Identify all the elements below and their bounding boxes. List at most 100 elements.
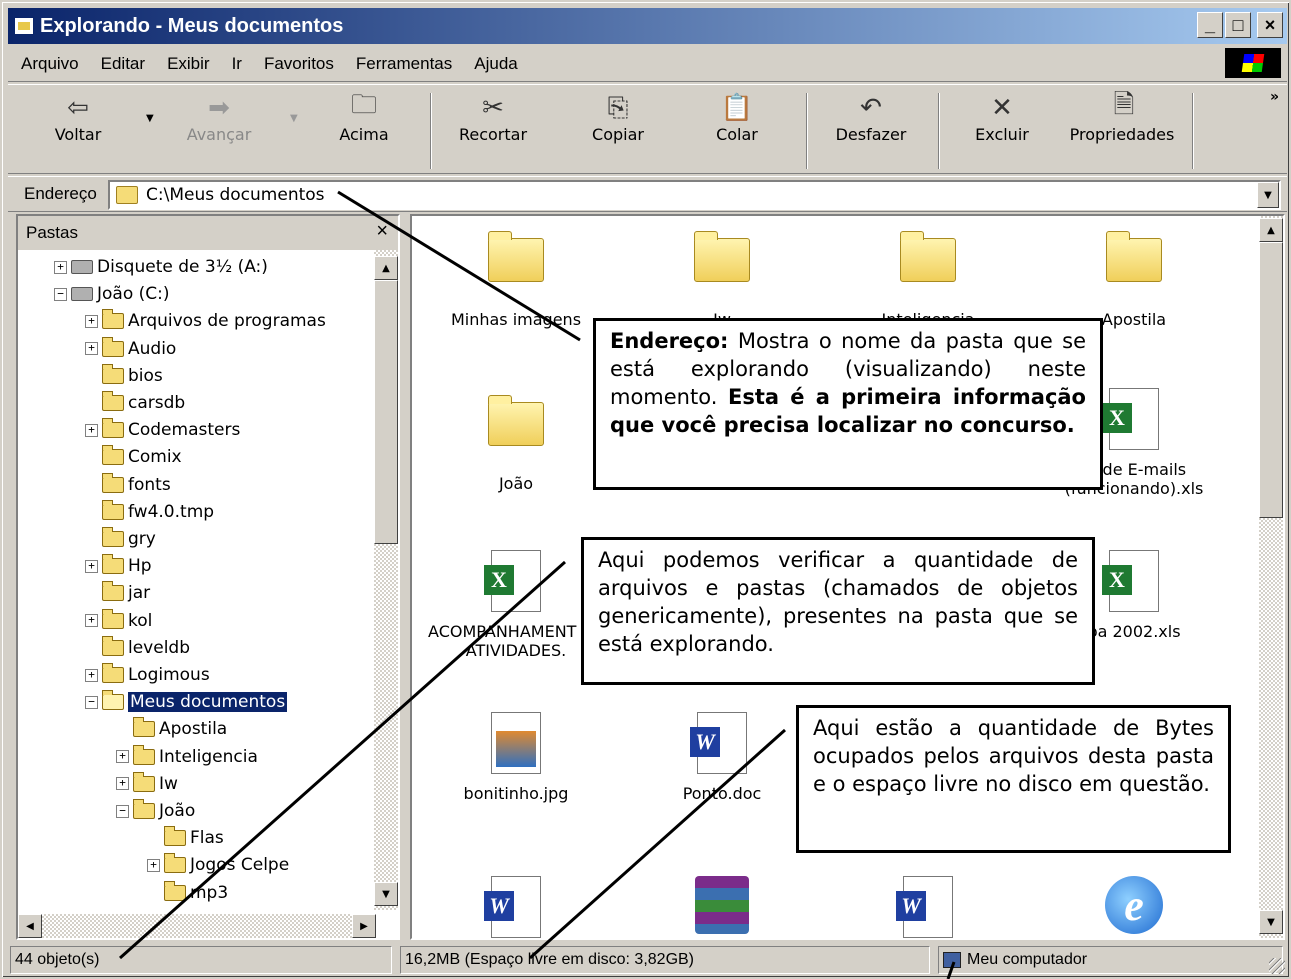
file-item[interactable] xyxy=(622,876,822,938)
collapse-icon[interactable]: − xyxy=(54,287,67,301)
undo-button[interactable]: ↶ Desfazer xyxy=(822,91,920,171)
tree-item-label: João (C:) xyxy=(97,284,170,305)
copy-label: Copiar xyxy=(592,125,644,144)
collapse-icon[interactable]: − xyxy=(116,804,129,818)
tree-item[interactable]: mp3 xyxy=(147,880,228,906)
tree-item-label: gry xyxy=(128,529,156,549)
tree-item[interactable]: + kol xyxy=(85,608,152,634)
up-button[interactable]: 🗀 Acima xyxy=(324,90,404,171)
tree-item[interactable]: gry xyxy=(85,526,156,552)
collapse-icon[interactable]: − xyxy=(85,695,98,709)
menu-ajuda[interactable]: Ajuda xyxy=(461,54,526,74)
maximize-button[interactable]: □ xyxy=(1225,12,1251,38)
address-dropdown-button[interactable]: ▼ xyxy=(1257,182,1279,208)
tree-item[interactable]: − João xyxy=(116,798,195,824)
expand-icon[interactable]: + xyxy=(147,858,160,872)
tree-item[interactable]: + Jogos Celpe xyxy=(147,852,289,878)
file-item[interactable]: Apostila xyxy=(1034,224,1234,329)
properties-button[interactable]: 🗎 Propriedades xyxy=(1064,90,1184,171)
tree-item[interactable]: + Arquivos de programas xyxy=(85,308,326,334)
address-field[interactable]: C:\Meus documentos ▼ xyxy=(108,180,1281,210)
delete-button[interactable]: ✕ Excluir xyxy=(962,91,1042,171)
folders-pane: Pastas × + Disquete de 3½ (A:) − João (C:) +… xyxy=(16,214,400,940)
forward-button[interactable]: ➡ Avançar xyxy=(174,91,264,171)
expand-icon[interactable]: + xyxy=(85,342,98,356)
tree-item-label: Iw xyxy=(159,773,178,794)
minimize-button[interactable]: _ xyxy=(1197,12,1223,38)
scroll-down-button[interactable]: ▼ xyxy=(1259,910,1283,934)
tree-item[interactable]: + Disquete de 3½ (A:) xyxy=(54,254,268,280)
menu-arquivo[interactable]: Arquivo xyxy=(8,54,88,74)
file-name: Minhas imagens xyxy=(450,310,582,329)
properties-label: Propriedades xyxy=(1069,125,1175,144)
close-button[interactable]: × xyxy=(1257,12,1283,38)
files-vertical-scrollbar[interactable]: ▲ ▼ xyxy=(1259,216,1283,938)
tree-item[interactable]: Apostila xyxy=(116,716,227,742)
scroll-thumb[interactable] xyxy=(1259,242,1283,518)
expand-icon[interactable]: + xyxy=(85,314,98,328)
copy-button[interactable]: ⎘ Copiar xyxy=(578,91,658,171)
scroll-up-button[interactable]: ▲ xyxy=(1259,218,1283,242)
tree-item[interactable]: carsdb xyxy=(85,390,185,416)
tree-item[interactable]: fw4.0.tmp xyxy=(85,499,214,525)
scroll-left-button[interactable]: ◀ xyxy=(18,914,42,938)
expand-icon[interactable]: + xyxy=(54,260,67,274)
tree-item[interactable]: + Inteligencia xyxy=(116,744,258,770)
back-dropdown-icon[interactable]: ▼ xyxy=(146,113,154,124)
back-arrow-icon: ⇦ xyxy=(67,93,89,123)
file-item[interactable]: Minhas imagens xyxy=(416,224,616,329)
tree-item[interactable]: + Audio xyxy=(85,336,176,362)
scroll-up-button[interactable]: ▲ xyxy=(374,256,398,280)
tree-item[interactable]: + Hp xyxy=(85,553,152,579)
scroll-down-button[interactable]: ▼ xyxy=(374,882,398,906)
file-item[interactable]: W xyxy=(828,876,1028,938)
menu-bar: Arquivo Editar Exibir Ir Favoritos Ferra… xyxy=(8,46,1287,82)
tree-item[interactable]: leveldb xyxy=(85,635,190,661)
ie-icon: e xyxy=(1102,876,1166,938)
menu-ferramentas[interactable]: Ferramentas xyxy=(343,54,461,74)
toolbar-overflow-button[interactable]: » xyxy=(1270,89,1279,105)
title-bar[interactable]: Explorando - Meus documentos _ □ × xyxy=(8,8,1287,44)
paste-button[interactable]: 📋 Colar xyxy=(702,91,772,171)
tree-item[interactable]: − João (C:) xyxy=(54,281,170,307)
tree-item[interactable]: jar xyxy=(85,580,150,606)
tree-item[interactable]: bios xyxy=(85,363,163,389)
tree-item[interactable]: + Codemasters xyxy=(85,417,240,443)
tree-item[interactable]: − Meus documentos xyxy=(85,689,289,715)
tree-item[interactable]: + Logimous xyxy=(85,662,210,688)
file-item[interactable]: Inteligencia xyxy=(828,224,1028,329)
file-item[interactable]: bonitinho.jpg xyxy=(416,712,616,803)
expand-icon[interactable]: + xyxy=(85,668,98,682)
expand-icon[interactable]: + xyxy=(116,777,129,791)
folder-icon xyxy=(116,186,138,204)
file-item[interactable]: W xyxy=(416,876,616,938)
file-item[interactable]: João xyxy=(416,388,616,493)
menu-favoritos[interactable]: Favoritos xyxy=(251,54,343,74)
scroll-thumb[interactable] xyxy=(374,280,398,544)
tree-item-label: Meus documentos xyxy=(126,691,289,714)
tree-vertical-scrollbar[interactable]: ▲ ▼ xyxy=(374,250,398,910)
expand-icon[interactable]: + xyxy=(85,423,98,437)
file-item[interactable]: W Ponto.doc xyxy=(622,712,822,803)
tree-item[interactable]: fonts xyxy=(85,472,171,498)
tree-item-label: Inteligencia xyxy=(159,746,258,767)
tree-horizontal-scrollbar[interactable]: ◀ ▶ xyxy=(18,914,376,938)
expand-icon[interactable]: + xyxy=(85,559,98,573)
resize-grip[interactable] xyxy=(1269,958,1285,974)
back-button[interactable]: ⇦ Voltar xyxy=(38,91,118,171)
tree-item[interactable]: Comix xyxy=(85,444,182,470)
scroll-right-button[interactable]: ▶ xyxy=(352,914,376,938)
tree-item[interactable]: Flas xyxy=(147,825,224,851)
cut-button[interactable]: ✂ Recortar xyxy=(448,91,538,171)
menu-ir[interactable]: Ir xyxy=(219,54,251,74)
expand-icon[interactable]: + xyxy=(85,614,98,628)
expand-icon[interactable]: + xyxy=(116,750,129,764)
tree-item[interactable]: + Iw xyxy=(116,771,178,797)
folders-pane-close-icon[interactable]: × xyxy=(376,220,388,243)
folder-tree: + Disquete de 3½ (A:) − João (C:) + Arquivos … xyxy=(18,250,376,910)
menu-editar[interactable]: Editar xyxy=(88,54,154,74)
menu-exibir[interactable]: Exibir xyxy=(154,54,219,74)
forward-dropdown-icon[interactable]: ▼ xyxy=(290,113,298,124)
file-item[interactable]: e xyxy=(1034,876,1234,938)
file-item[interactable]: Iw xyxy=(622,224,822,329)
